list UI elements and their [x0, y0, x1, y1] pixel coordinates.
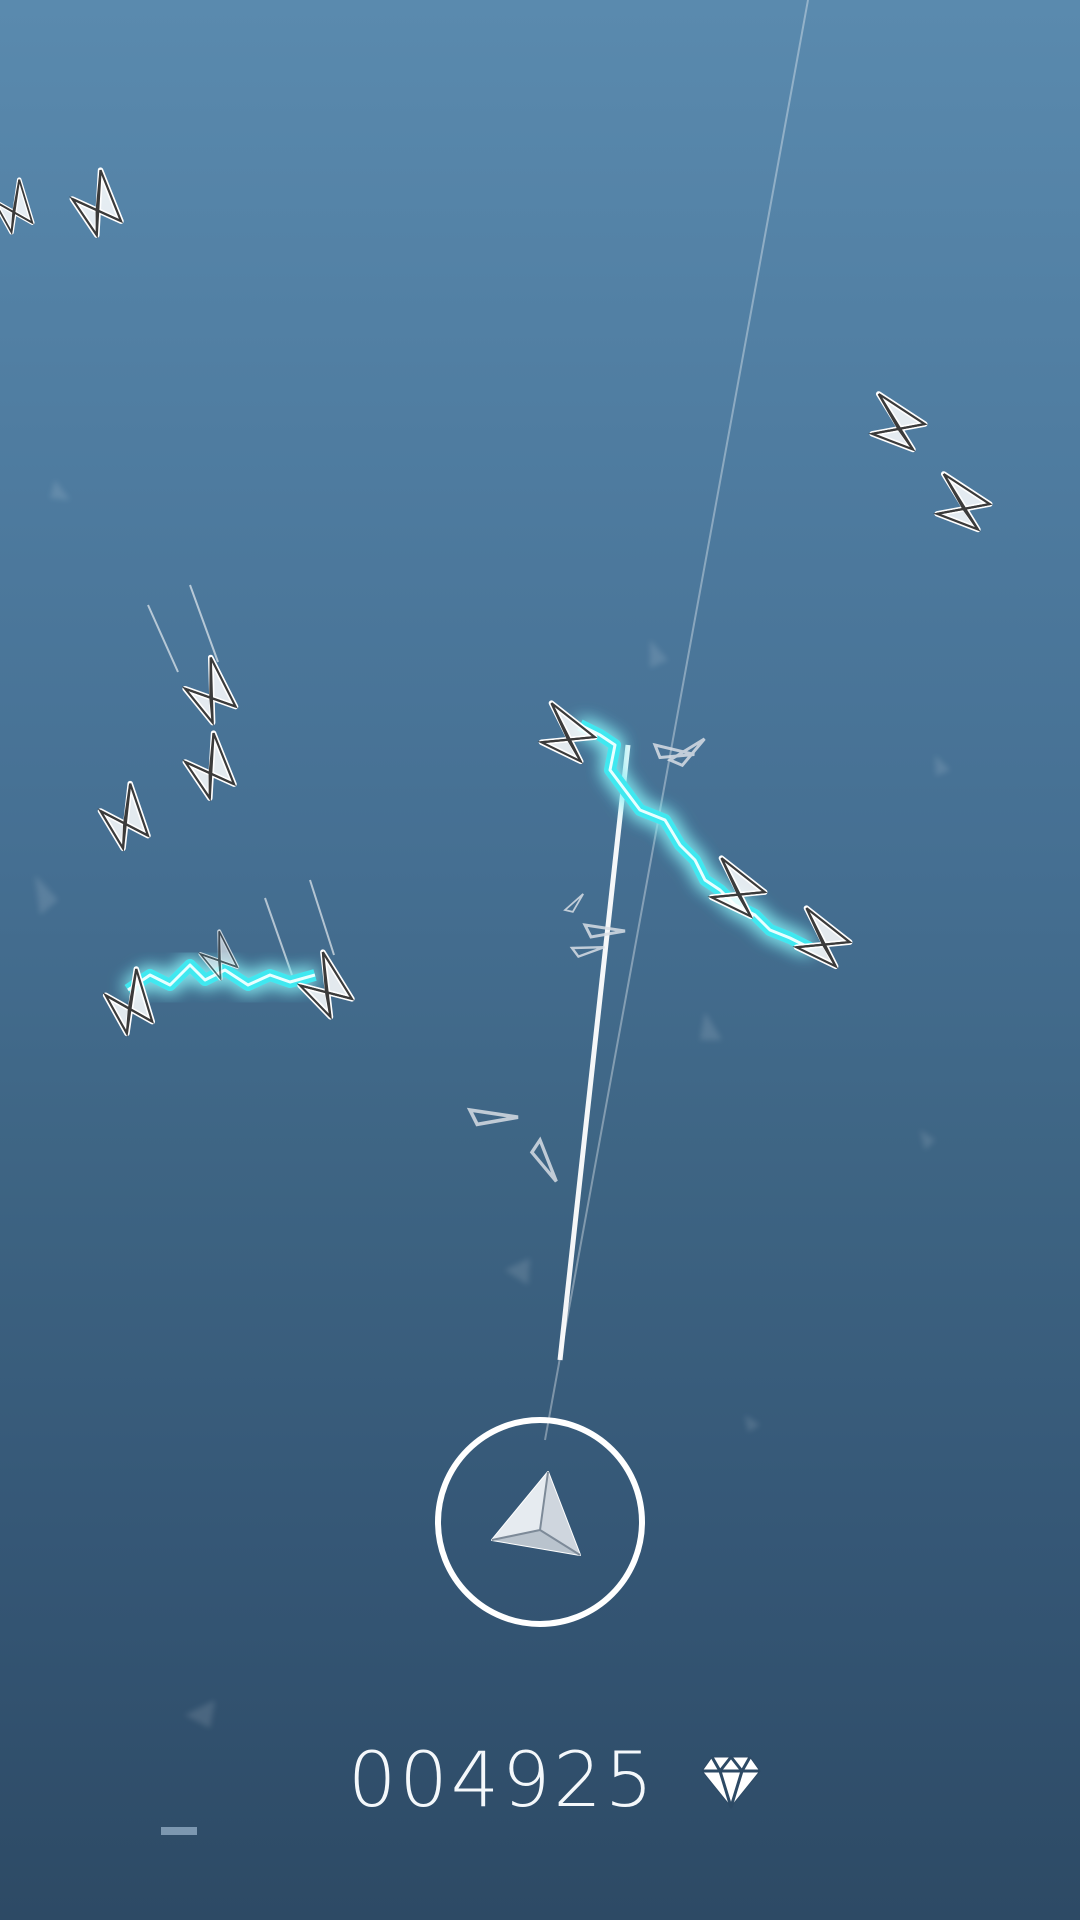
bullet-trail: [544, 0, 809, 1441]
enemy-dart[interactable]: [65, 165, 133, 240]
enemy-dart[interactable]: [178, 728, 246, 803]
enemy-dart[interactable]: [0, 174, 45, 238]
life-indicator: [161, 1827, 197, 1835]
enemy-dart[interactable]: [532, 695, 600, 770]
game-scene[interactable]: [0, 0, 1080, 1920]
score-panel: 004925: [0, 1735, 1080, 1825]
diamond-icon: [701, 1755, 761, 1809]
player-ship-icon: [491, 1471, 581, 1556]
lightning-chain-right: [577, 719, 813, 954]
player-ship[interactable]: [435, 1417, 645, 1627]
enemy-dart[interactable]: [298, 950, 356, 1018]
enemy-dart[interactable]: [180, 654, 243, 726]
enemy-dart[interactable]: [92, 777, 162, 854]
enemy-dart[interactable]: [925, 463, 996, 541]
score-counter: 004925: [348, 1735, 657, 1824]
enemy-formation: [0, 165, 997, 1040]
enemy-trails: [147, 584, 335, 976]
enemy-dart[interactable]: [860, 383, 931, 461]
player-laser-beam: [557, 744, 631, 1361]
